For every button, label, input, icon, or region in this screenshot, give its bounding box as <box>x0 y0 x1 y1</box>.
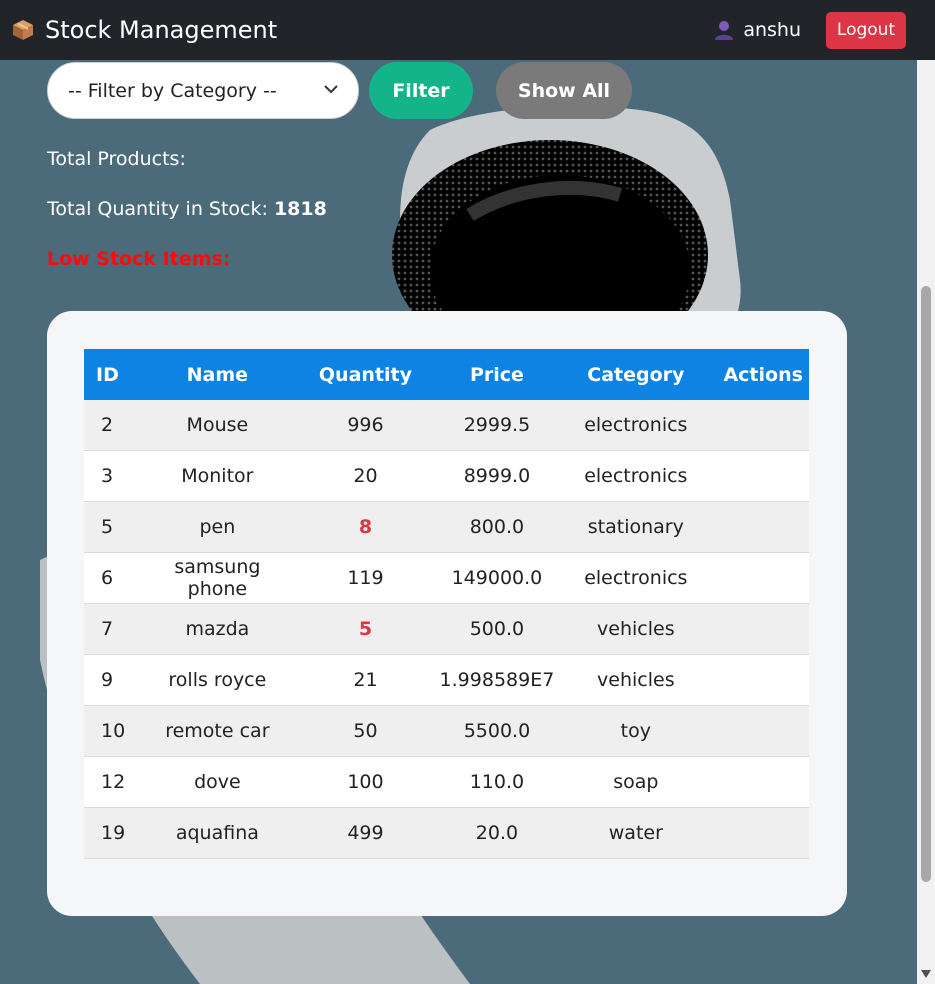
cell-quantity: 119 <box>291 552 440 604</box>
cell-price: 800.0 <box>439 501 555 553</box>
cell-actions <box>717 807 809 859</box>
header-category: Category <box>587 363 685 386</box>
table-row: 10 remote car 50 5500.0 toy <box>84 705 809 757</box>
cell-quantity: 20 <box>291 450 440 502</box>
cell-category: water <box>554 807 718 859</box>
cell-category: vehicles <box>554 654 718 706</box>
total-products: Total Products: <box>47 148 186 170</box>
cell-actions <box>717 450 809 502</box>
cell-id: 7 <box>84 603 144 655</box>
cell-quantity: 996 <box>291 400 440 451</box>
cell-id: 2 <box>84 400 144 451</box>
cell-name: rolls royce <box>143 654 292 706</box>
cell-actions <box>717 603 809 655</box>
cell-category: electronics <box>554 400 718 451</box>
cell-id: 19 <box>84 807 144 859</box>
cell-quantity: 21 <box>291 654 440 706</box>
cell-actions <box>717 552 809 604</box>
cell-price: 500.0 <box>439 603 555 655</box>
table-row: 9 rolls royce 21 1.998589E7 vehicles <box>84 654 809 706</box>
scrollbar-thumb[interactable] <box>921 286 931 882</box>
cell-price: 110.0 <box>439 756 555 808</box>
category-select-value: -- Filter by Category -- <box>68 79 277 102</box>
header-price: Price <box>469 363 524 386</box>
cell-id: 9 <box>84 654 144 706</box>
scrollbar[interactable] <box>917 60 935 984</box>
products-card: ID Name Quantity Price Category Actions … <box>47 311 847 916</box>
cell-actions <box>717 501 809 553</box>
cell-name: dove <box>143 756 292 808</box>
show-all-button[interactable]: Show All <box>496 62 632 119</box>
cell-name: aquafina <box>143 807 292 859</box>
cell-category: toy <box>554 705 718 757</box>
table-row: 7 mazda 5 500.0 vehicles <box>84 603 809 655</box>
cell-quantity: 5 <box>291 603 440 655</box>
cell-name: samsung phone <box>143 552 292 604</box>
cell-quantity: 8 <box>291 501 440 553</box>
cell-actions <box>717 756 809 808</box>
cell-name: mazda <box>143 603 292 655</box>
table-row: 3 Monitor 20 8999.0 electronics <box>84 450 809 502</box>
total-quantity: Total Quantity in Stock: 1818 <box>47 198 327 220</box>
cell-category: soap <box>554 756 718 808</box>
total-quantity-value: 1818 <box>273 198 327 220</box>
cell-quantity: 499 <box>291 807 440 859</box>
cell-name: remote car <box>143 705 292 757</box>
category-filter-select[interactable]: -- Filter by Category -- <box>47 62 359 119</box>
cell-actions <box>717 400 809 451</box>
cell-category: vehicles <box>554 603 718 655</box>
cell-price: 149000.0 <box>439 552 555 604</box>
table-row: 5 pen 8 800.0 stationary <box>84 501 809 553</box>
cell-name: pen <box>143 501 292 553</box>
header-actions: Actions <box>723 363 803 386</box>
cell-actions <box>717 654 809 706</box>
filter-button[interactable]: Filter <box>369 62 473 119</box>
cell-category: electronics <box>554 450 718 502</box>
logout-button[interactable]: Logout <box>826 11 906 49</box>
user-icon <box>715 21 734 40</box>
brand[interactable]: Stock Management <box>11 16 277 44</box>
header-quantity: Quantity <box>318 363 412 386</box>
table-row: 12 dove 100 110.0 soap <box>84 756 809 808</box>
cell-id: 5 <box>84 501 144 553</box>
table-row: 2 Mouse 996 2999.5 electronics <box>84 400 809 451</box>
cell-price: 1.998589E7 <box>439 654 555 706</box>
cell-quantity: 50 <box>291 705 440 757</box>
chevron-down-icon <box>324 85 338 94</box>
header-id: ID <box>96 363 119 386</box>
cell-category: electronics <box>554 552 718 604</box>
cell-id: 6 <box>84 552 144 604</box>
cell-id: 10 <box>84 705 144 757</box>
header-name: Name <box>186 363 249 386</box>
total-quantity-label: Total Quantity in Stock: <box>47 198 268 220</box>
table-row: 6 samsung phone 119 149000.0 electronics <box>84 552 809 604</box>
table-row: 19 aquafina 499 20.0 water <box>84 807 809 859</box>
user-area: anshu Logout <box>715 0 906 60</box>
app-title: Stock Management <box>45 16 278 44</box>
cell-id: 12 <box>84 756 144 808</box>
package-icon <box>13 20 33 40</box>
products-table: ID Name Quantity Price Category Actions … <box>84 349 809 859</box>
cell-id: 3 <box>84 450 144 502</box>
low-stock-items-label: Low Stock Items: <box>47 248 231 270</box>
cell-price: 5500.0 <box>439 705 555 757</box>
cell-name: Mouse <box>143 400 292 451</box>
cell-quantity: 100 <box>291 756 440 808</box>
total-products-label: Total Products: <box>47 148 186 170</box>
navbar: Stock Management anshu Logout <box>0 0 935 60</box>
scroll-down-arrow-icon[interactable] <box>921 970 931 978</box>
cell-name: Monitor <box>143 450 292 502</box>
cell-category: stationary <box>554 501 718 553</box>
table-header-row: ID Name Quantity Price Category Actions <box>84 349 809 400</box>
cell-actions <box>717 705 809 757</box>
cell-price: 8999.0 <box>439 450 555 502</box>
cell-price: 20.0 <box>439 807 555 859</box>
username: anshu <box>743 19 801 41</box>
cell-price: 2999.5 <box>439 400 555 451</box>
